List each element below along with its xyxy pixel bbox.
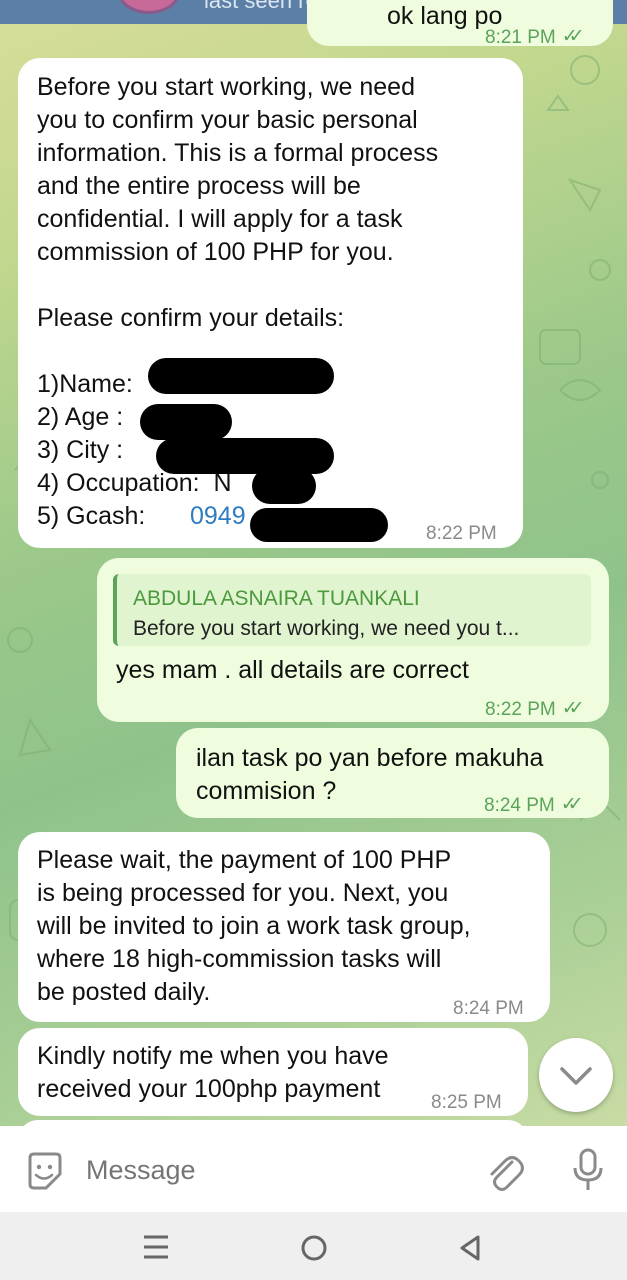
double-check-icon: ✓✓ <box>561 698 585 719</box>
time-text: 8:24 PM <box>484 795 555 816</box>
message-time: 8:25 PM <box>431 1092 502 1113</box>
redaction-mark <box>156 438 334 474</box>
message-line: commission of 100 PHP for you. <box>37 238 394 266</box>
message-time: 8:24 PM <box>453 998 524 1019</box>
message-line: is being processed for you. Next, you <box>37 879 449 907</box>
chevron-down-icon <box>560 1067 592 1085</box>
message-line: ilan task po yan before makuha <box>196 744 544 772</box>
message-body: Kindly notify me when you have received … <box>37 1040 389 1106</box>
message-time: 8:22 PM ✓✓ <box>485 692 585 726</box>
message-line: Please wait, the payment of 100 PHP <box>37 846 452 874</box>
message-line: and the entire process will be <box>37 172 361 200</box>
message-time: 8:24 PM ✓✓ <box>484 788 584 822</box>
message-line: Before you start working, we need <box>37 73 415 101</box>
message-line: Kindly notify me when you have <box>37 1042 389 1070</box>
message-line: where 18 high-commission tasks will <box>37 945 442 973</box>
double-check-icon: ✓✓ <box>561 26 585 47</box>
chat-background: last seen recently ok lang po 8:21 PM ✓✓ … <box>0 0 627 1126</box>
gcash-number-link[interactable]: 0949 <box>190 500 246 533</box>
message-bubble-incoming[interactable]: Before you start working, we need you to… <box>18 58 523 548</box>
message-line: be posted daily. <box>37 978 211 1006</box>
message-bubble-incoming[interactable]: Please wait, the payment of 100 PHP is b… <box>18 832 550 1022</box>
reply-sender-name: ABDULA ASNAIRA TUANKALI <box>133 587 420 610</box>
message-line <box>37 269 438 302</box>
redaction-mark <box>148 358 334 394</box>
message-line: received your 100php payment <box>37 1075 381 1103</box>
time-text: 8:21 PM <box>485 27 556 48</box>
sticker-icon[interactable] <box>24 1150 68 1194</box>
avatar[interactable] <box>118 0 180 14</box>
message-input[interactable] <box>86 1152 446 1188</box>
system-navigation-bar <box>0 1212 627 1280</box>
reply-preview-text: Before you start working, we need you t.… <box>133 617 520 640</box>
home-circle-icon[interactable] <box>299 1233 329 1263</box>
detail-gcash-label: 5) Gcash: <box>37 502 146 530</box>
time-text: 8:22 PM <box>485 699 556 720</box>
reply-quote[interactable]: ABDULA ASNAIRA TUANKALI Before you start… <box>113 574 591 646</box>
message-time: 8:21 PM ✓✓ <box>485 20 585 54</box>
message-bubble-incoming[interactable]: Kindly notify me when you have received … <box>18 1028 528 1116</box>
menu-icon[interactable] <box>142 1234 170 1260</box>
back-triangle-icon[interactable] <box>457 1233 483 1263</box>
redaction-mark <box>250 508 388 542</box>
double-check-icon: ✓✓ <box>560 794 584 815</box>
message-line: will be invited to join a work task grou… <box>37 912 471 940</box>
message-line: confidential. I will apply for a task <box>37 205 403 233</box>
message-bubble-outgoing[interactable]: ABDULA ASNAIRA TUANKALI Before you start… <box>97 558 609 722</box>
message-body: Please wait, the payment of 100 PHP is b… <box>37 844 471 1009</box>
redaction-mark <box>140 404 232 440</box>
microphone-icon[interactable] <box>568 1146 608 1196</box>
message-text: yes mam . all details are correct <box>116 656 469 684</box>
message-time: 8:22 PM <box>426 523 497 544</box>
message-line: you to confirm your basic personal <box>37 106 418 134</box>
message-line: information. This is a formal process <box>37 139 439 167</box>
message-bubble-outgoing[interactable]: ilan task po yan before makuha commision… <box>176 728 609 818</box>
message-line: Please confirm your details: <box>37 304 345 332</box>
redaction-mark <box>252 468 316 504</box>
message-input-bar <box>0 1126 627 1212</box>
scroll-down-button[interactable] <box>539 1038 613 1112</box>
detail-age: 2) Age : <box>37 403 124 431</box>
message-bubble-outgoing[interactable]: ok lang po 8:21 PM ✓✓ <box>307 0 613 48</box>
paperclip-icon[interactable] <box>484 1148 524 1194</box>
